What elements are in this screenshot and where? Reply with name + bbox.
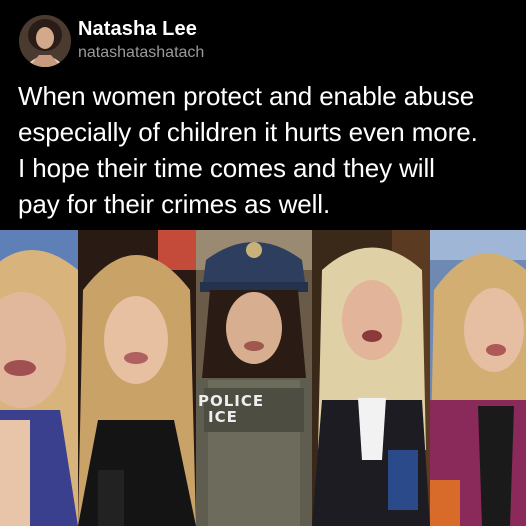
post-header: Natasha Lee natashatashatach When women … [0, 0, 526, 230]
photo-panel-3 [196, 230, 312, 526]
author-name[interactable]: Natasha Lee [78, 18, 197, 41]
vest-text: POLICE ICE [198, 393, 290, 425]
post-text-line: especially of children it hurts even mor… [18, 117, 478, 147]
avatar[interactable] [19, 15, 71, 67]
photo-panel-5 [430, 230, 526, 526]
photo-panel-1 [0, 230, 78, 526]
post-text-line: I hope their time comes and they will [18, 153, 435, 183]
vest-text-line: ICE [208, 408, 238, 426]
photo-panel-4 [312, 230, 430, 526]
post-text-line: When women protect and enable abuse [18, 81, 475, 111]
post-text-line: pay for their crimes as well. [18, 189, 331, 219]
photo-collage[interactable] [0, 230, 526, 526]
photo-panel-2 [78, 230, 196, 526]
author-handle[interactable]: natashatashatach [78, 44, 204, 62]
post-text: When women protect and enable abuse espe… [18, 78, 518, 222]
vest-text-line: POLICE [198, 392, 265, 410]
